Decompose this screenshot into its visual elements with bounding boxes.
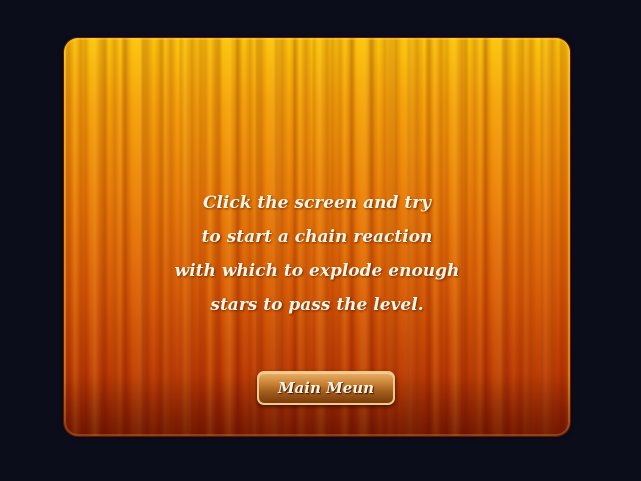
main-menu-button[interactable]: Main Meun — [257, 371, 395, 405]
game-screen[interactable]: Click the screen and try to start a chai… — [0, 0, 641, 481]
instruction-line: to start a chain reaction — [201, 227, 433, 247]
instruction-line: Click the screen and try — [202, 193, 432, 213]
instruction-line: with which to explode enough — [174, 261, 460, 281]
instruction-line: stars to pass the level. — [210, 295, 424, 315]
instructions-text: Click the screen and try to start a chai… — [64, 186, 570, 322]
